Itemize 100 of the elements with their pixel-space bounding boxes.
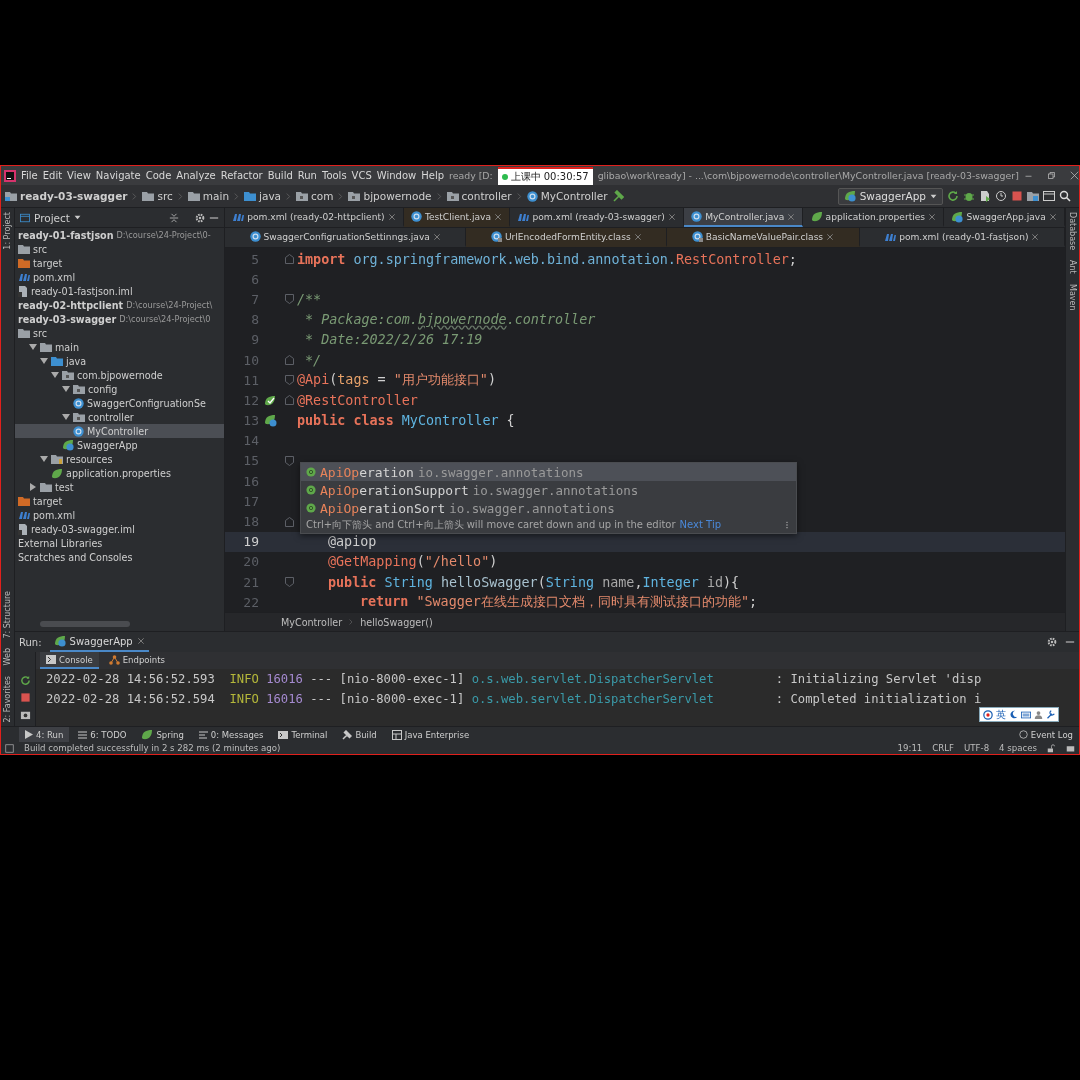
close-icon[interactable] <box>826 232 835 241</box>
tool-window-tab[interactable]: 2: Favorites <box>3 675 12 722</box>
tree-item[interactable]: target <box>15 494 224 508</box>
editor-tab[interactable]: TestClient.java <box>403 208 511 227</box>
menu-item[interactable]: Code <box>145 170 172 181</box>
rerun-icon[interactable] <box>19 675 31 687</box>
fold-icon[interactable] <box>284 254 294 265</box>
completion-item[interactable]: ApiOperationSupport io.swagger.annotations <box>301 481 796 499</box>
tool-window-tab[interactable]: Database <box>1068 212 1077 251</box>
tool-window-tab[interactable]: Java Enterprise <box>385 727 476 742</box>
completion-item[interactable]: ApiOperation io.swagger.annotations <box>301 463 796 481</box>
fold-icon[interactable] <box>284 455 294 466</box>
menu-item[interactable]: Analyze <box>176 170 216 181</box>
tree-item[interactable]: controller <box>15 410 224 424</box>
tool-window-tab[interactable]: Ant <box>1068 260 1077 274</box>
tool-window-tab[interactable]: 1: Project <box>3 212 12 250</box>
gear-icon[interactable] <box>195 212 205 223</box>
status-item[interactable]: UTF-8 <box>964 743 990 753</box>
keyboard-icon[interactable] <box>1021 709 1031 720</box>
tree-item[interactable]: MyController <box>15 424 224 438</box>
breadcrumb-item[interactable]: java <box>244 190 282 202</box>
close-icon[interactable] <box>667 212 676 221</box>
fold-icon[interactable] <box>284 516 294 527</box>
tree-item[interactable]: ready-01-fastjson D:\course\24-Project\0- <box>15 228 224 242</box>
breadcrumb-item[interactable]: controller <box>446 190 512 202</box>
close-icon[interactable] <box>1048 212 1057 221</box>
tree-item[interactable]: ready-01-fastjson.iml <box>15 284 224 298</box>
fold-icon[interactable] <box>284 375 294 386</box>
menu-item[interactable]: Navigate <box>95 170 141 181</box>
breadcrumb-item[interactable]: src <box>142 190 173 202</box>
tree-item[interactable]: main <box>15 340 224 354</box>
editor-tab[interactable]: UrlEncodedFormEntity.class <box>466 228 668 247</box>
caret-down-icon[interactable] <box>40 357 48 365</box>
collapse-icon[interactable] <box>169 212 179 223</box>
menu-item[interactable]: Build <box>267 170 293 181</box>
menu-item[interactable]: View <box>67 170 91 181</box>
caret-down-icon[interactable] <box>62 385 70 393</box>
editor-tab[interactable]: BasicNameValuePair.class <box>667 228 860 247</box>
menu-item[interactable]: Refactor <box>220 170 263 181</box>
tree-item[interactable]: test <box>15 480 224 494</box>
completion-item[interactable]: ApiOperationSort io.swagger.annotations <box>301 499 796 517</box>
terminal-icon[interactable] <box>1043 190 1055 202</box>
rerun-icon[interactable] <box>947 190 959 202</box>
breadcrumb-item[interactable]: com <box>296 190 334 202</box>
breadcrumb-item[interactable]: MyController <box>526 190 608 202</box>
tree-item[interactable]: resources <box>15 452 224 466</box>
fold-icon[interactable] <box>284 577 294 588</box>
breadcrumb-item[interactable]: main <box>187 190 230 202</box>
tree-item[interactable]: com.bjpowernode <box>15 368 224 382</box>
tool-window-tab[interactable]: Web <box>3 648 12 666</box>
close-icon[interactable] <box>1069 171 1079 180</box>
tool-window-tab[interactable]: 0: Messages <box>192 727 270 742</box>
bug-icon[interactable] <box>963 190 975 202</box>
tree-item[interactable]: SwaggerConfigruationSe <box>15 396 224 410</box>
caret-down-icon[interactable] <box>29 343 37 351</box>
gear-icon[interactable] <box>1047 637 1057 648</box>
fold-icon[interactable] <box>284 355 294 366</box>
caret-down-icon[interactable] <box>62 413 70 421</box>
caret-down-icon[interactable] <box>51 371 59 379</box>
menu-item[interactable]: Help <box>421 170 445 181</box>
tree-item[interactable]: java <box>15 354 224 368</box>
tool-window-tab[interactable]: Build <box>336 727 383 742</box>
breadcrumb-item[interactable]: bjpowernode <box>348 190 432 202</box>
tree-item[interactable]: ready-02-httpclient D:\course\24-Project\ <box>15 298 224 312</box>
caret-right-icon[interactable] <box>29 483 37 491</box>
stop-icon[interactable] <box>19 692 31 704</box>
console-tab[interactable]: Endpoints <box>102 652 171 670</box>
tree-item[interactable]: target <box>15 256 224 270</box>
tree-item[interactable]: ready-03-swagger.iml <box>15 522 224 536</box>
event-log-button[interactable]: Event Log <box>1012 727 1079 742</box>
close-icon[interactable] <box>494 212 503 221</box>
tree-item[interactable]: ready-03-swagger D:\course\24-Project\0 <box>15 312 224 326</box>
wrench-icon[interactable] <box>1046 710 1055 719</box>
tool-window-tab[interactable]: Terminal <box>272 727 334 742</box>
menu-item[interactable]: Edit <box>42 170 63 181</box>
tree-item[interactable]: SwaggerApp <box>15 438 224 452</box>
menu-item[interactable]: Window <box>376 170 417 181</box>
status-item[interactable]: 19:11 <box>897 743 923 753</box>
tool-window-tab[interactable]: Spring <box>135 727 190 742</box>
tree-item[interactable]: pom.xml <box>15 270 224 284</box>
tree-item[interactable]: application.properties <box>15 466 224 480</box>
tool-window-tab[interactable]: 6: TODO <box>72 727 133 742</box>
fold-icon[interactable] <box>284 294 294 305</box>
console-tab[interactable]: Console <box>40 652 99 670</box>
menu-item[interactable]: Run <box>297 170 317 181</box>
search-icon[interactable] <box>1059 190 1071 202</box>
person-icon[interactable] <box>1034 710 1043 719</box>
camera-icon[interactable] <box>19 709 31 721</box>
clock-icon[interactable] <box>995 190 1007 202</box>
panel-title[interactable]: Project <box>34 211 70 224</box>
menu-item[interactable]: Tools <box>321 170 347 181</box>
breadcrumb-item[interactable]: helloSwagger() <box>360 616 433 628</box>
fold-icon[interactable] <box>284 395 294 406</box>
editor-tab[interactable]: MyController.java <box>683 208 804 227</box>
menu-item[interactable]: File <box>21 170 38 181</box>
tree-item[interactable]: External Libraries <box>15 536 224 550</box>
restore-icon[interactable] <box>1046 171 1056 180</box>
run-config-dropdown[interactable]: SwaggerApp <box>837 187 943 205</box>
ime-mode[interactable]: 英 <box>996 708 1006 721</box>
close-icon[interactable] <box>787 212 796 221</box>
